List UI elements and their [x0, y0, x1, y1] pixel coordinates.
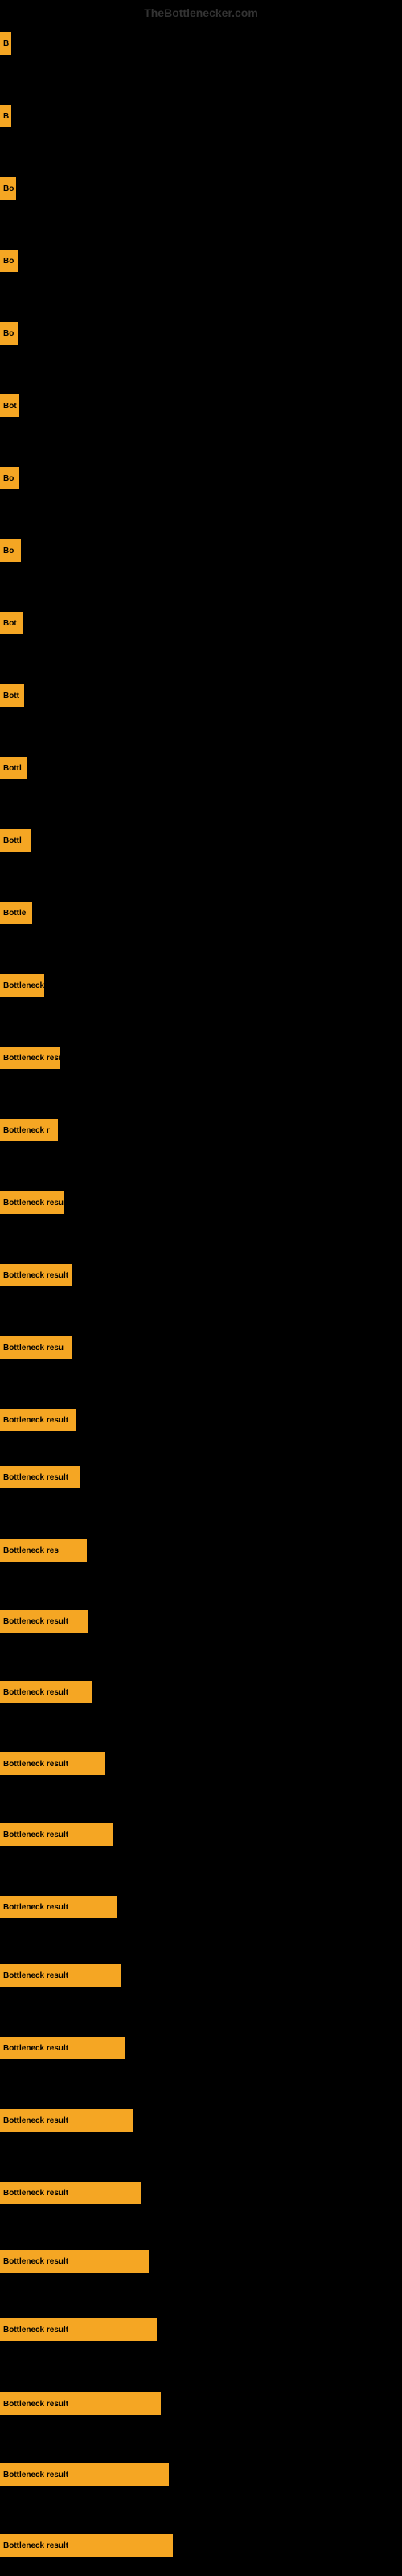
bar-label: Bottleneck result [3, 2541, 68, 2550]
bar-label: Bottleneck result [3, 2471, 68, 2479]
bar-item: Bottleneck result [0, 2182, 141, 2204]
bar-item: Bottleneck result [0, 2392, 161, 2415]
bar-item: Bottleneck [0, 974, 44, 997]
bar-label: B [3, 39, 9, 48]
bar-label: Bo [3, 474, 14, 483]
bar-item: Bottleneck resu [0, 1191, 64, 1214]
bar-item: Bottleneck result [0, 2037, 125, 2059]
bar-label: Bottleneck res [3, 1546, 59, 1555]
bar-item: Bottleneck result [0, 2250, 149, 2273]
bar-item: Bottleneck resu [0, 1336, 72, 1359]
bar-label: Bottleneck result [3, 2189, 68, 2198]
bar-item: Bott [0, 684, 24, 707]
bar-label: Bottleneck result [3, 2400, 68, 2409]
bar-item: Bottl [0, 829, 31, 852]
bar-item: Bottleneck result [0, 1964, 121, 1987]
bar-label: Bo [3, 257, 14, 266]
bar-item: Bot [0, 394, 19, 417]
bar-label: B [3, 112, 9, 121]
bar-item: Bo [0, 322, 18, 345]
bar-label: Bottleneck result [3, 2257, 68, 2266]
bar-item: Bottle [0, 902, 32, 924]
bar-label: Bottleneck result [3, 1271, 68, 1280]
bar-item: Bottleneck result [0, 1681, 92, 1703]
bar-item: Bottleneck r [0, 1119, 58, 1141]
site-title: TheBottlenecker.com [144, 6, 258, 19]
bar-label: Bottl [3, 764, 22, 773]
bar-label: Bot [3, 402, 17, 411]
bar-label: Bo [3, 184, 14, 193]
bar-item: Bot [0, 612, 23, 634]
bar-label: Bottleneck result [3, 1416, 68, 1425]
bar-label: Bottleneck result [3, 1617, 68, 1626]
bar-label: Bottle [3, 909, 26, 918]
bar-label: Bottleneck resu [3, 1199, 64, 1208]
bar-label: Bottl [3, 836, 22, 845]
bar-item: Bottleneck result [0, 1610, 88, 1633]
bar-label: Bot [3, 619, 17, 628]
bar-item: Bottleneck result [0, 1264, 72, 1286]
bar-item: Bottleneck result [0, 1409, 76, 1431]
bar-item: Bottleneck res [0, 1539, 87, 1562]
bar-label: Bottleneck resu [3, 1054, 60, 1063]
bar-label: Bottleneck result [3, 1831, 68, 1839]
bar-item: Bottl [0, 757, 27, 779]
bar-label: Bo [3, 329, 14, 338]
bar-label: Bottleneck result [3, 1688, 68, 1697]
bar-item: B [0, 32, 11, 55]
bar-label: Bottleneck result [3, 2326, 68, 2334]
bar-label: Bott [3, 691, 19, 700]
bar-label: Bottleneck r [3, 1126, 50, 1135]
bar-item: Bo [0, 177, 16, 200]
bar-item: Bottleneck resu [0, 1046, 60, 1069]
bar-label: Bottleneck result [3, 1473, 68, 1482]
bar-item: Bottleneck result [0, 1752, 105, 1775]
bar-label: Bottleneck result [3, 2116, 68, 2125]
bar-item: Bottleneck result [0, 1823, 113, 1846]
bar-item: Bottleneck result [0, 2318, 157, 2341]
bar-item: Bottleneck result [0, 2463, 169, 2486]
bar-label: Bottleneck result [3, 2044, 68, 2053]
bar-item: Bo [0, 250, 18, 272]
bar-item: Bottleneck result [0, 2534, 173, 2557]
bar-item: Bottleneck result [0, 1466, 80, 1488]
bar-item: B [0, 105, 11, 127]
bar-item: Bo [0, 467, 19, 489]
bar-label: Bottleneck [3, 981, 44, 990]
bar-label: Bo [3, 547, 14, 555]
bar-item: Bo [0, 539, 21, 562]
bar-item: Bottleneck result [0, 1896, 117, 1918]
bar-label: Bottleneck result [3, 1971, 68, 1980]
bar-label: Bottleneck resu [3, 1344, 64, 1352]
bar-label: Bottleneck result [3, 1903, 68, 1912]
bar-item: Bottleneck result [0, 2109, 133, 2132]
bar-label: Bottleneck result [3, 1760, 68, 1769]
